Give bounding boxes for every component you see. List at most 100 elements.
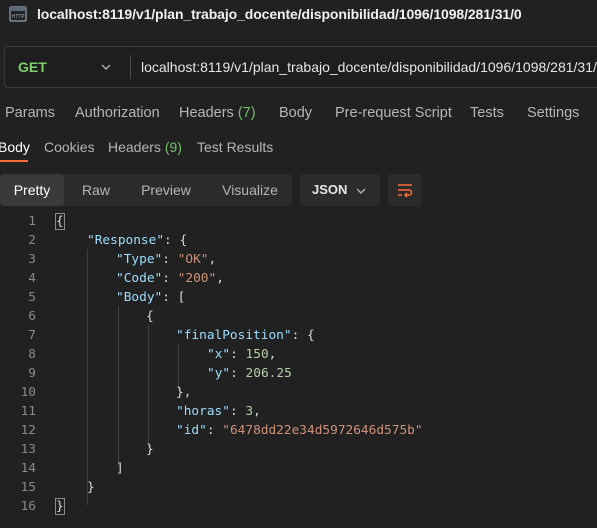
page-title: localhost:8119/v1/plan_trabajo_docente/d…	[37, 6, 522, 22]
chevron-down-icon	[356, 188, 366, 194]
brace: }	[146, 442, 154, 457]
json-number: 206.25	[245, 366, 292, 381]
punct: ,	[208, 252, 217, 267]
url-input[interactable]: localhost:8119/v1/plan_trabajo_docente/d…	[141, 59, 597, 75]
indent-guide	[118, 306, 119, 466]
brace: }	[55, 498, 65, 515]
code-line: "Body": [	[116, 290, 185, 305]
json-string: "6478dd22e34d5972646d575b"	[222, 423, 423, 438]
request-url-bar: GET localhost:8119/v1/plan_trabajo_docen…	[4, 46, 597, 88]
tab-response-headers-label: Headers	[108, 139, 161, 155]
tab-authorization[interactable]: Authorization	[75, 105, 160, 121]
punct: :	[230, 347, 246, 362]
tab-tests[interactable]: Tests	[470, 105, 504, 121]
code-line: ]	[116, 461, 124, 476]
punct: :	[230, 366, 246, 381]
tab-pre-request-script[interactable]: Pre-request Script	[335, 105, 452, 121]
tab-headers[interactable]: Headers (7)	[179, 105, 256, 121]
code-line: "Code": "200",	[116, 271, 224, 286]
view-visualize-button[interactable]: Visualize	[208, 174, 292, 206]
code-line: }	[146, 442, 154, 457]
line-number: 9	[28, 366, 36, 381]
line-number: 14	[20, 461, 36, 476]
code-line: "Response": {	[87, 233, 187, 248]
brace: },	[176, 385, 192, 400]
tab-body[interactable]: Body	[279, 105, 312, 121]
brace: {	[55, 213, 65, 230]
code-line: "horas": 3,	[176, 404, 261, 419]
tab-headers-label: Headers	[179, 105, 234, 121]
line-number: 1	[28, 214, 36, 229]
line-number: 12	[20, 423, 36, 438]
indent-guide	[87, 249, 88, 505]
code-line: "Type": "OK",	[116, 252, 216, 267]
brace: }	[87, 480, 95, 495]
json-key: "horas"	[176, 404, 230, 419]
code-line: }	[55, 498, 65, 515]
json-number: 150	[245, 347, 269, 362]
json-key: "Body"	[116, 290, 163, 305]
line-number: 8	[28, 347, 36, 362]
brace: {	[146, 309, 154, 324]
line-number: 16	[20, 499, 36, 514]
tab-settings[interactable]: Settings	[527, 105, 579, 121]
line-number: 3	[28, 252, 36, 267]
active-tab-indicator	[0, 160, 28, 162]
code-line: {	[146, 309, 154, 324]
response-body-editor[interactable]: 1 2 3 4 5 6 7 8 9 10 11 12 13 14 15 16 {…	[0, 211, 597, 528]
code-line: "y": 206.25	[207, 366, 292, 381]
punct: : [	[162, 290, 186, 305]
code-line: {	[55, 213, 65, 230]
http-icon: HTTP	[9, 6, 27, 22]
tab-test-results[interactable]: Test Results	[197, 139, 273, 155]
json-key: "Code"	[116, 271, 163, 286]
svg-text:HTTP: HTTP	[12, 14, 25, 20]
wrap-lines-icon	[398, 184, 413, 198]
line-number: 11	[20, 404, 36, 419]
code-line: "id": "6478dd22e34d5972646d575b"	[176, 423, 423, 438]
line-number: 4	[28, 271, 36, 286]
line-number: 15	[20, 480, 36, 495]
json-key: "id"	[176, 423, 207, 438]
tab-params[interactable]: Params	[5, 105, 55, 121]
line-number: 10	[20, 385, 36, 400]
punct: :	[229, 404, 246, 419]
view-raw-button[interactable]: Raw	[64, 174, 128, 206]
json-key: "x"	[207, 347, 231, 362]
view-pretty-button[interactable]: Pretty	[0, 174, 64, 206]
punct: ,	[253, 404, 261, 419]
json-number: 3	[245, 404, 254, 419]
code-line: },	[176, 385, 191, 400]
punct: :	[206, 423, 223, 438]
json-string: "200"	[177, 271, 217, 286]
line-number: 13	[20, 442, 36, 457]
punct: ,	[268, 347, 277, 362]
wrap-lines-button[interactable]	[388, 174, 422, 206]
format-select[interactable]: JSON	[300, 174, 380, 206]
punct: : {	[164, 233, 188, 248]
indent-guide	[178, 344, 179, 390]
punct: ,	[216, 271, 224, 286]
line-number: 5	[28, 290, 36, 305]
tab-cookies[interactable]: Cookies	[44, 139, 95, 155]
json-key: "Type"	[116, 252, 163, 267]
response-headers-count-badge: (9)	[164, 139, 182, 155]
url-divider	[130, 55, 131, 79]
code-line: "x": 150,	[207, 347, 276, 362]
view-preview-button[interactable]: Preview	[128, 174, 204, 206]
tab-response-body[interactable]: Body	[0, 139, 30, 155]
punct: : {	[291, 328, 315, 343]
title-bar: HTTP localhost:8119/v1/plan_trabajo_doce…	[0, 0, 597, 30]
json-key: "finalPosition"	[176, 328, 292, 343]
method-select[interactable]: GET	[18, 59, 47, 75]
chevron-down-icon[interactable]	[100, 61, 112, 73]
line-number: 6	[28, 309, 36, 324]
json-key: "Response"	[87, 233, 165, 248]
punct: :	[162, 252, 178, 267]
bracket: ]	[116, 461, 124, 476]
format-label: JSON	[312, 182, 348, 197]
tab-response-headers[interactable]: Headers (9)	[108, 139, 182, 155]
code-line: "finalPosition": {	[176, 328, 315, 343]
json-string: "OK"	[177, 252, 209, 267]
json-key: "y"	[207, 366, 231, 381]
